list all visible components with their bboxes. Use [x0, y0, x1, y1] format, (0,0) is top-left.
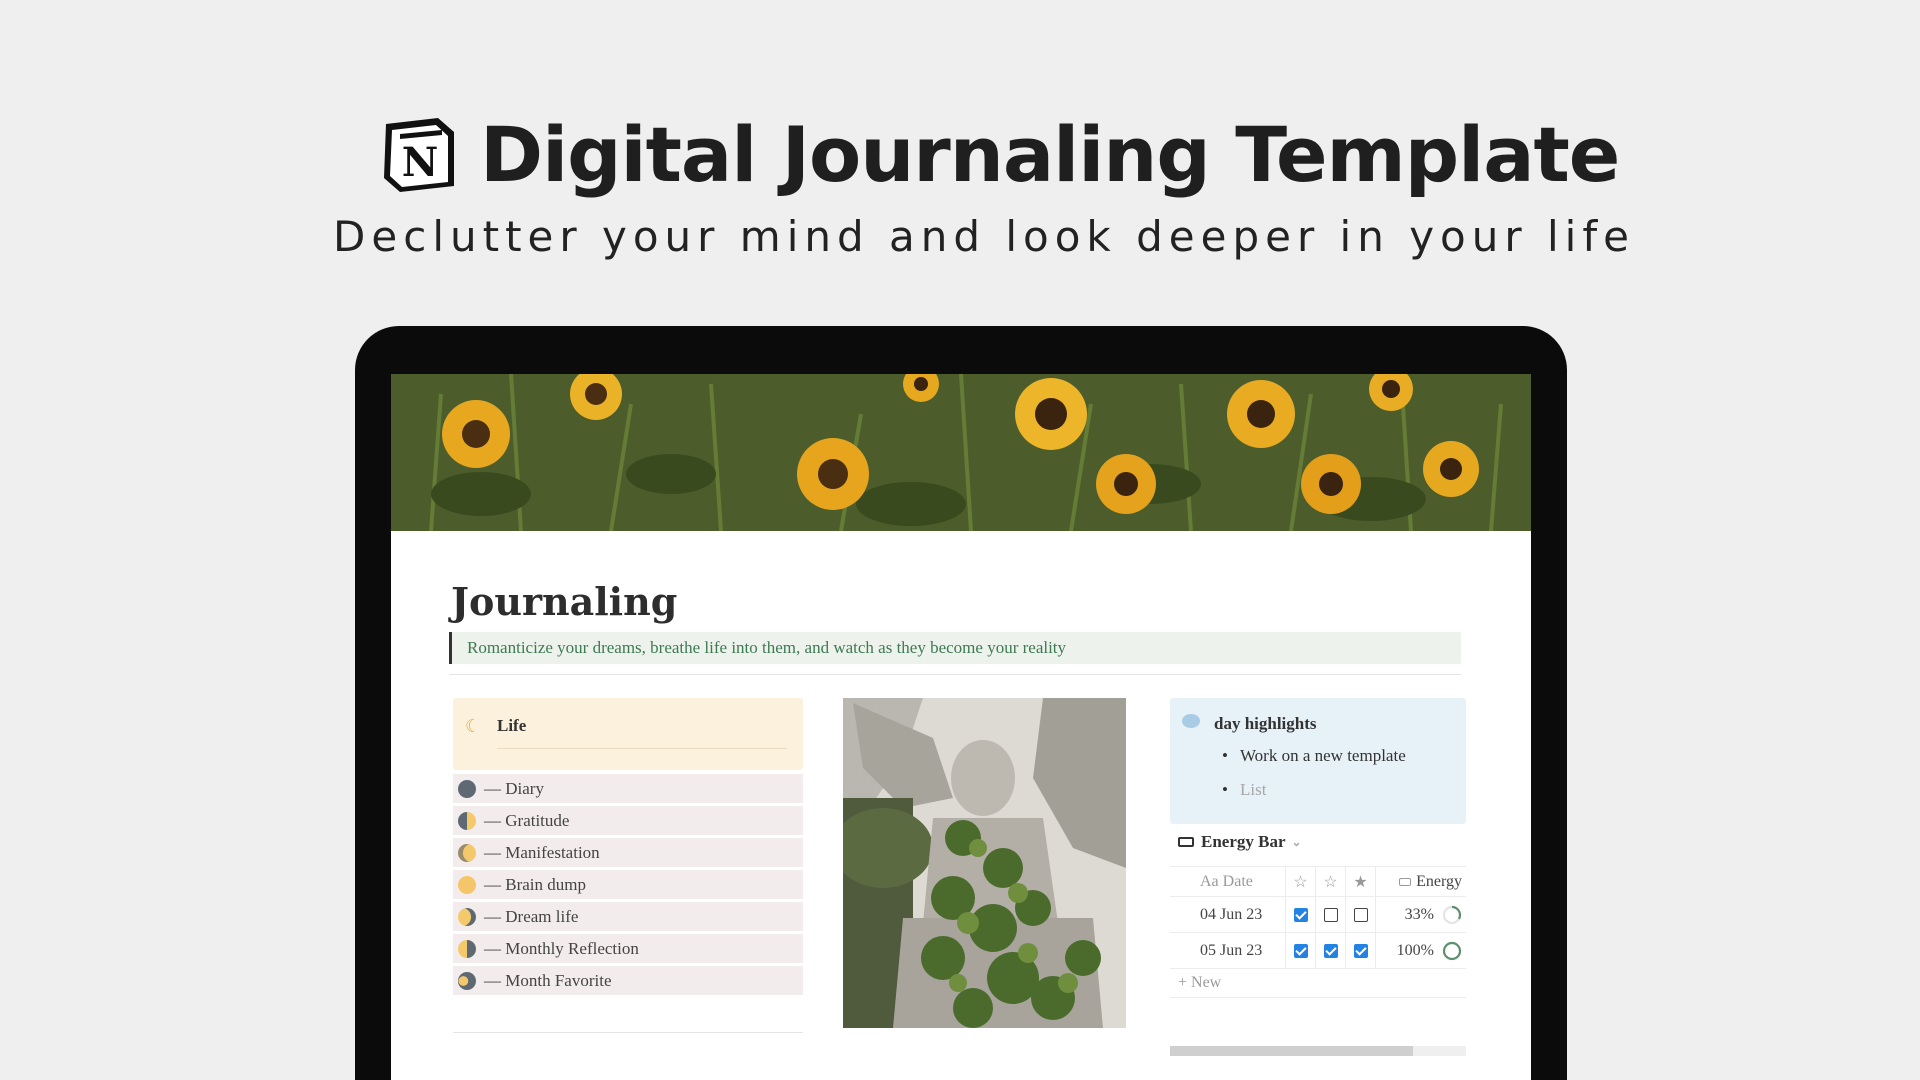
- checkbox[interactable]: [1293, 943, 1308, 958]
- laptop-frame: Journaling Romanticize your dreams, brea…: [355, 326, 1567, 1080]
- energy-table: Aa Date ☆ ☆ ★ Energy 04 Jun 23 33% 05 Ju…: [1170, 866, 1466, 998]
- page-link-label: — Diary: [484, 778, 544, 798]
- scrollbar-thumb[interactable]: [1170, 1046, 1413, 1056]
- last-quarter-moon-icon: [458, 939, 476, 958]
- divider: [453, 1032, 803, 1033]
- new-row-button[interactable]: + New: [1170, 968, 1466, 998]
- horizontal-scrollbar[interactable]: [1170, 1046, 1466, 1056]
- page-link-label: — Monthly Reflection: [484, 938, 639, 958]
- progress-ring-icon: [1442, 941, 1462, 960]
- cell-checkbox[interactable]: [1346, 897, 1376, 932]
- page-link-monthly-reflection[interactable]: — Monthly Reflection: [453, 934, 803, 963]
- page-link-month-favorite[interactable]: — Month Favorite: [453, 966, 803, 995]
- energy-value: 33%: [1404, 905, 1434, 923]
- crescent-moon-icon: ☾: [465, 716, 482, 736]
- cover-image: [391, 374, 1531, 531]
- page-link-label: — Brain dump: [484, 874, 586, 894]
- table-row[interactable]: 04 Jun 23 33%: [1170, 896, 1466, 932]
- angel-statue-image[interactable]: [843, 698, 1126, 1028]
- page-link-label: — Manifestation: [484, 842, 600, 862]
- hero-title-row: N Digital Journaling Template: [378, 110, 1620, 199]
- column-header-label: Energy: [1416, 872, 1462, 890]
- cell-checkbox[interactable]: [1346, 933, 1376, 968]
- db-title-label: Energy Bar: [1201, 832, 1286, 851]
- page-title: Journaling: [451, 579, 678, 624]
- page-link-label: — Dream life: [484, 906, 579, 926]
- day-highlights-callout[interactable]: day highlights Work on a new template Li…: [1170, 698, 1466, 824]
- checkbox[interactable]: [1353, 907, 1368, 922]
- page-link-label: — Gratitude: [484, 810, 570, 830]
- progress-ring-icon: [1442, 905, 1462, 924]
- full-moon-icon: [458, 875, 476, 894]
- list-item[interactable]: Work on a new template: [1222, 746, 1406, 780]
- waning-crescent-moon-icon: [458, 971, 476, 990]
- checkbox[interactable]: [1323, 943, 1338, 958]
- life-callout[interactable]: ☾ Life: [453, 698, 803, 770]
- cell-energy[interactable]: 100%: [1376, 933, 1466, 968]
- hero-subtitle: Declutter your mind and look deeper in y…: [333, 212, 1635, 261]
- column-header-date[interactable]: Aa Date: [1170, 867, 1286, 896]
- waxing-gibbous-moon-icon: [458, 843, 476, 862]
- energy-value: 100%: [1396, 941, 1434, 959]
- column-header-energy[interactable]: Energy: [1376, 867, 1466, 896]
- cell-checkbox[interactable]: [1316, 897, 1346, 932]
- chevron-down-icon[interactable]: ⌄: [1292, 835, 1302, 850]
- cell-checkbox[interactable]: [1286, 897, 1316, 932]
- new-moon-icon: [458, 779, 476, 798]
- life-callout-title: Life: [497, 716, 527, 735]
- star-filled-icon[interactable]: ★: [1346, 867, 1376, 896]
- highlights-title: day highlights: [1214, 714, 1317, 733]
- battery-icon: [1399, 877, 1412, 886]
- page-link-diary[interactable]: — Diary: [453, 774, 803, 803]
- life-links-list: — Diary — Gratitude — Manifestation — Br…: [453, 774, 803, 998]
- cell-date[interactable]: 04 Jun 23: [1170, 897, 1286, 932]
- callout-divider: [497, 748, 787, 749]
- hero: N Digital Journaling Template Declutter …: [0, 100, 1920, 300]
- first-quarter-moon-icon: [458, 811, 476, 830]
- checkbox[interactable]: [1323, 907, 1338, 922]
- highlights-list: Work on a new template List: [1222, 746, 1406, 814]
- page-link-gratitude[interactable]: — Gratitude: [453, 806, 803, 835]
- table-row[interactable]: 05 Jun 23 100%: [1170, 932, 1466, 968]
- cell-checkbox[interactable]: [1316, 933, 1346, 968]
- cell-energy[interactable]: 33%: [1376, 897, 1466, 932]
- svg-text:N: N: [402, 139, 439, 186]
- page-link-manifestation[interactable]: — Manifestation: [453, 838, 803, 867]
- list-placeholder[interactable]: List: [1222, 780, 1406, 814]
- checkbox[interactable]: [1293, 907, 1308, 922]
- notion-logo-icon: N: [378, 114, 460, 196]
- battery-icon: [1178, 837, 1194, 847]
- table-header: Aa Date ☆ ☆ ★ Energy: [1170, 866, 1466, 896]
- page-link-dream-life[interactable]: — Dream life: [453, 902, 803, 931]
- notion-page: Journaling Romanticize your dreams, brea…: [391, 374, 1531, 1080]
- cell-date[interactable]: 05 Jun 23: [1170, 933, 1286, 968]
- checkbox[interactable]: [1353, 943, 1368, 958]
- page-link-label: — Month Favorite: [484, 970, 612, 990]
- quote-block: Romanticize your dreams, breathe life in…: [449, 632, 1461, 664]
- waning-gibbous-moon-icon: [458, 907, 476, 926]
- speech-bubble-icon: [1182, 714, 1200, 728]
- divider: [449, 674, 1461, 675]
- page-link-brain-dump[interactable]: — Brain dump: [453, 870, 803, 899]
- star-outline-icon[interactable]: ☆: [1316, 867, 1346, 896]
- cell-checkbox[interactable]: [1286, 933, 1316, 968]
- star-outline-icon[interactable]: ☆: [1286, 867, 1316, 896]
- hero-title: Digital Journaling Template: [480, 110, 1620, 199]
- energy-bar-db-title[interactable]: Energy Bar ⌄: [1178, 832, 1302, 852]
